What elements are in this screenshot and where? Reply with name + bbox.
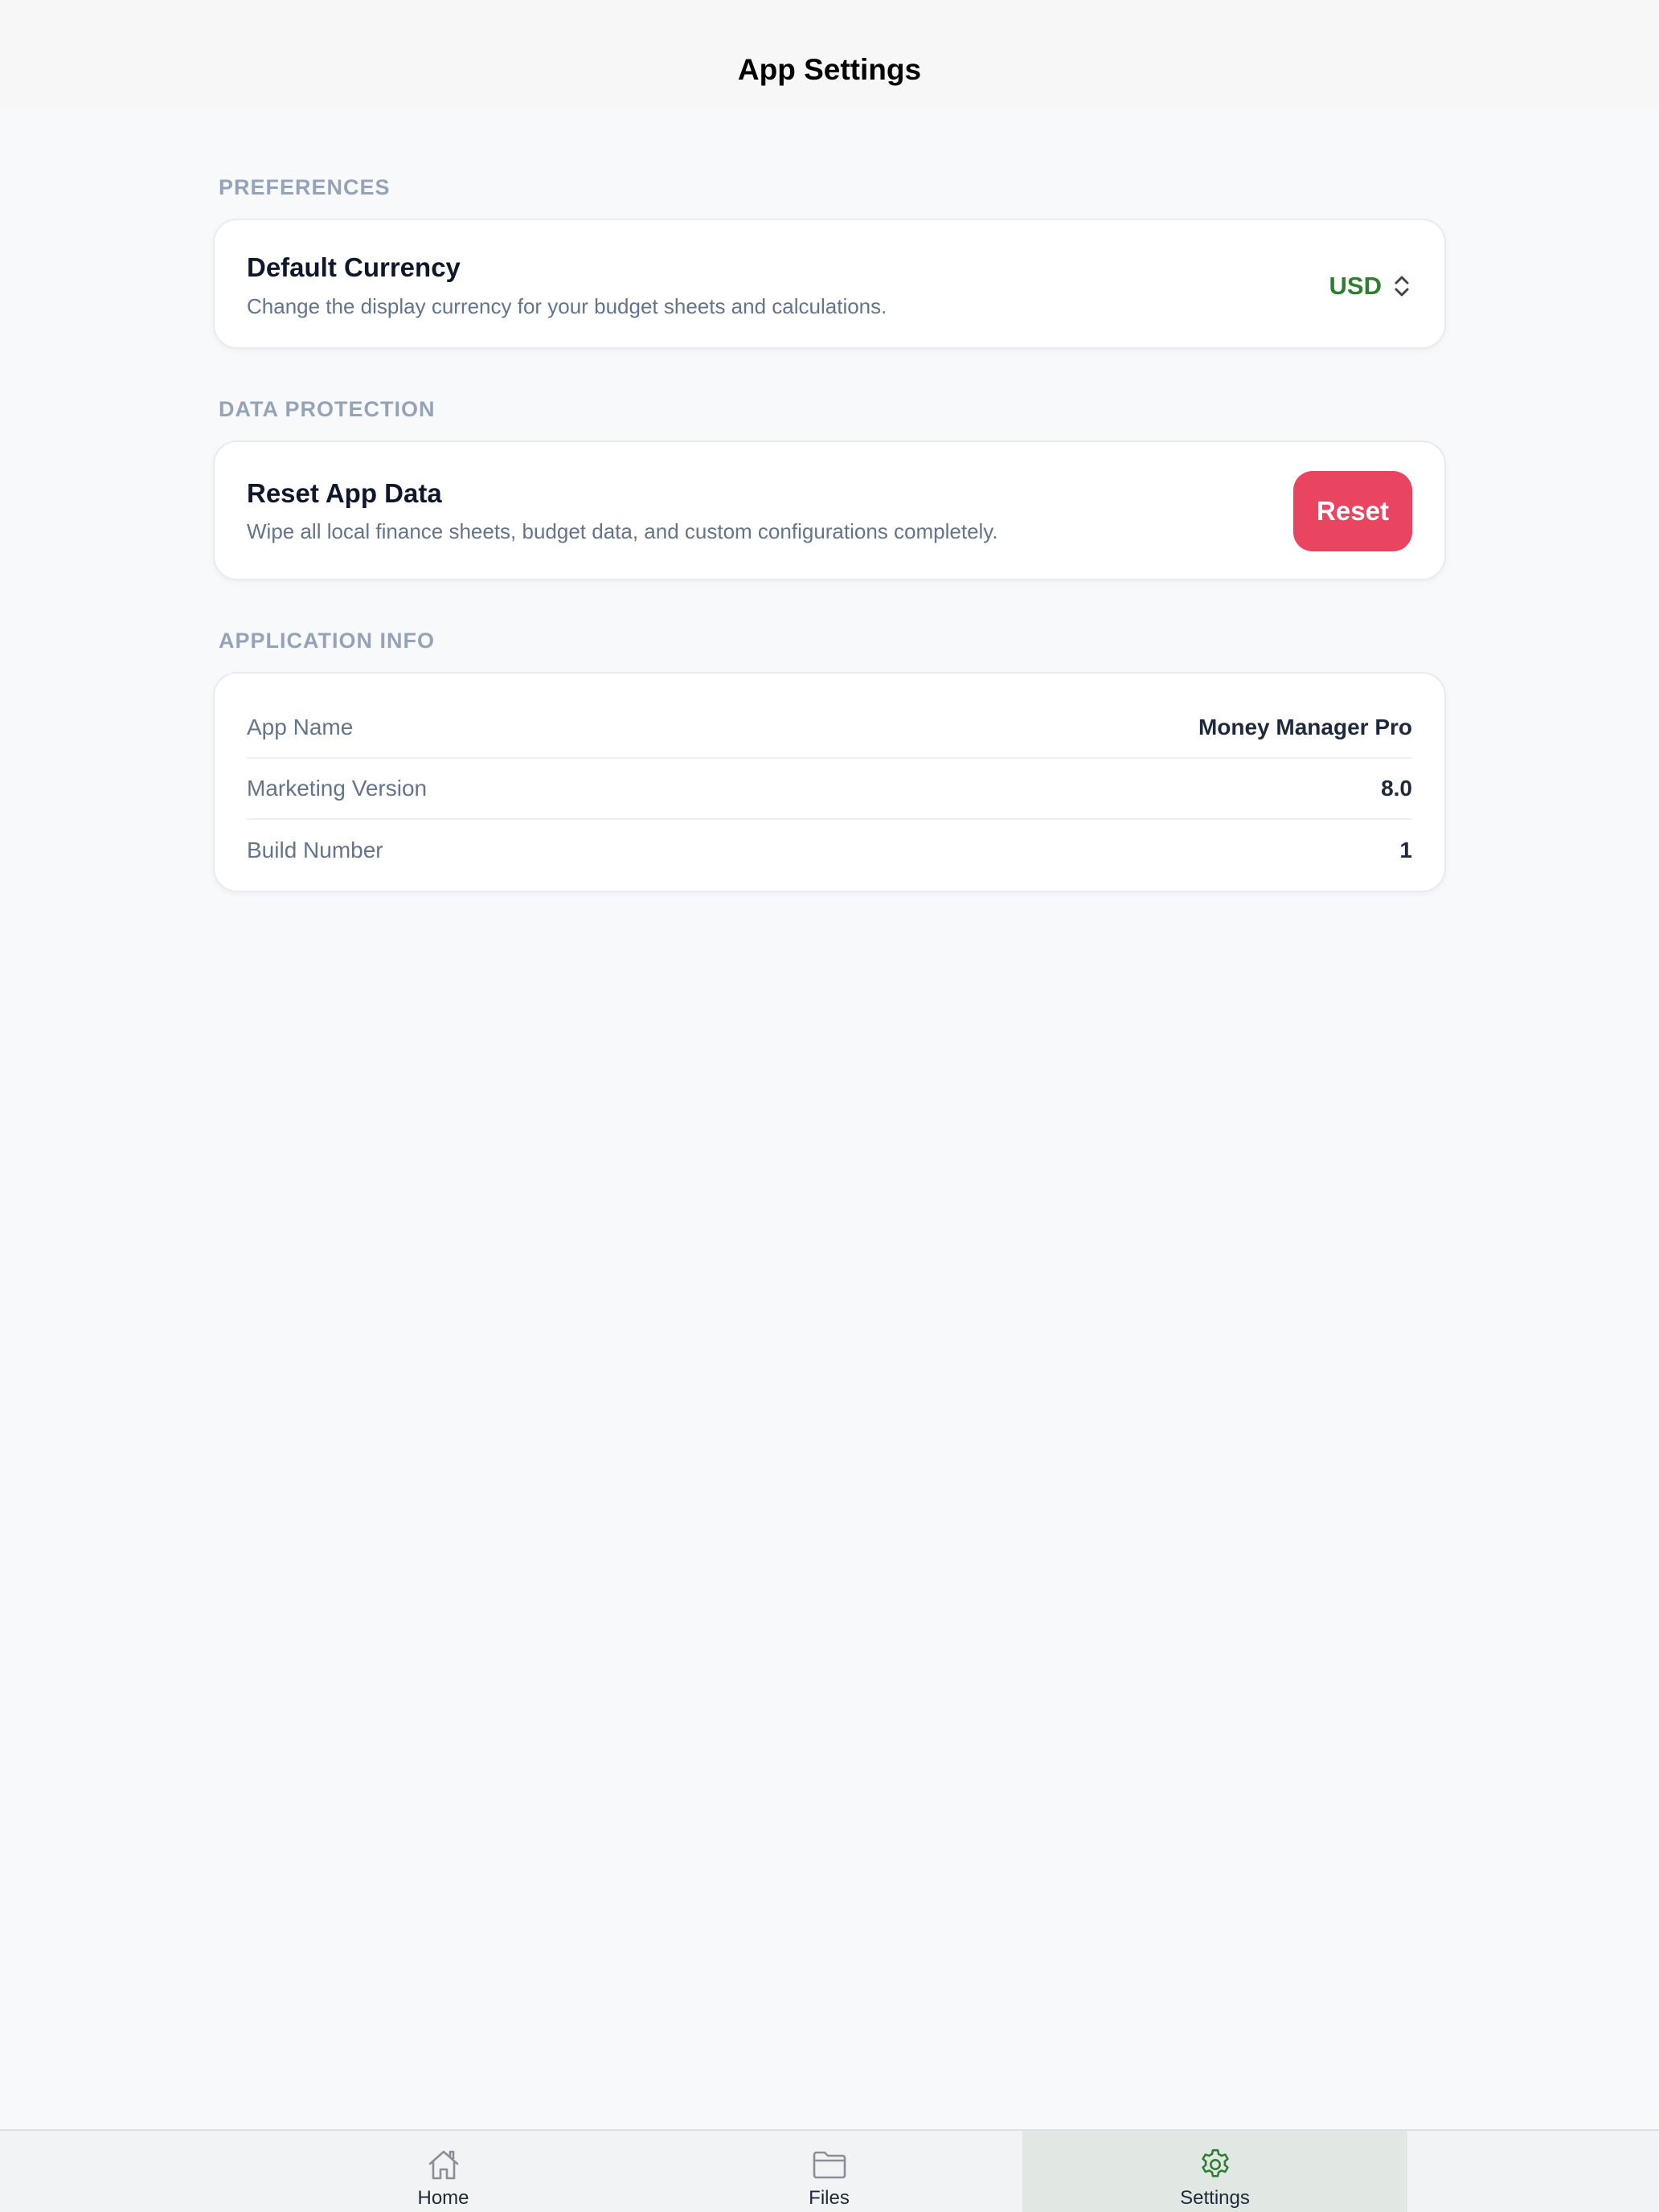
app-info-card: App Name Money Manager Pro Marketing Ver… <box>213 672 1446 892</box>
chevron-updown-icon <box>1395 276 1409 297</box>
info-row-marketing-version: Marketing Version 8.0 <box>247 759 1412 820</box>
info-value: Money Manager Pro <box>1198 715 1412 739</box>
currency-card: Default Currency Change the display curr… <box>213 219 1446 349</box>
home-icon <box>428 2150 458 2180</box>
settings-screen: App Settings PREFERENCES Default Currenc… <box>0 0 1659 2212</box>
tab-bar: Home Files Settings <box>0 2129 1659 2212</box>
reset-card: Reset App Data Wipe all local finance sh… <box>213 440 1446 580</box>
tab-files[interactable]: Files <box>637 2131 1022 2212</box>
currency-picker[interactable]: USD <box>1329 268 1412 304</box>
navigation-bar: App Settings <box>0 0 1659 109</box>
info-row-app-name: App Name Money Manager Pro <box>247 698 1412 759</box>
section-header-data-protection: DATA PROTECTION <box>219 397 436 421</box>
info-label: Build Number <box>247 838 383 862</box>
info-value: 8.0 <box>1381 776 1412 801</box>
info-row-build-number: Build Number 1 <box>247 820 1412 881</box>
page-title: App Settings <box>737 53 922 86</box>
tab-home[interactable]: Home <box>251 2131 636 2212</box>
reset-button[interactable]: Reset <box>1293 471 1412 551</box>
gear-icon <box>1201 2149 1229 2177</box>
reset-description: Wipe all local finance sheets, budget da… <box>247 519 998 543</box>
section-header-preferences: PREFERENCES <box>219 175 391 199</box>
tab-label: Files <box>809 2187 850 2209</box>
tab-settings[interactable]: Settings <box>1022 2131 1407 2212</box>
reset-title: Reset App Data <box>247 478 442 508</box>
info-value: 1 <box>1399 838 1412 862</box>
currency-description: Change the display currency for your bud… <box>247 294 887 318</box>
currency-value: USD <box>1329 272 1382 300</box>
info-label: App Name <box>247 715 354 739</box>
folder-icon <box>813 2151 846 2179</box>
tab-label: Settings <box>1180 2187 1250 2209</box>
info-label: Marketing Version <box>247 776 428 801</box>
tab-label: Home <box>417 2187 469 2209</box>
section-header-application-info: APPLICATION INFO <box>219 629 435 653</box>
currency-title: Default Currency <box>247 252 461 282</box>
